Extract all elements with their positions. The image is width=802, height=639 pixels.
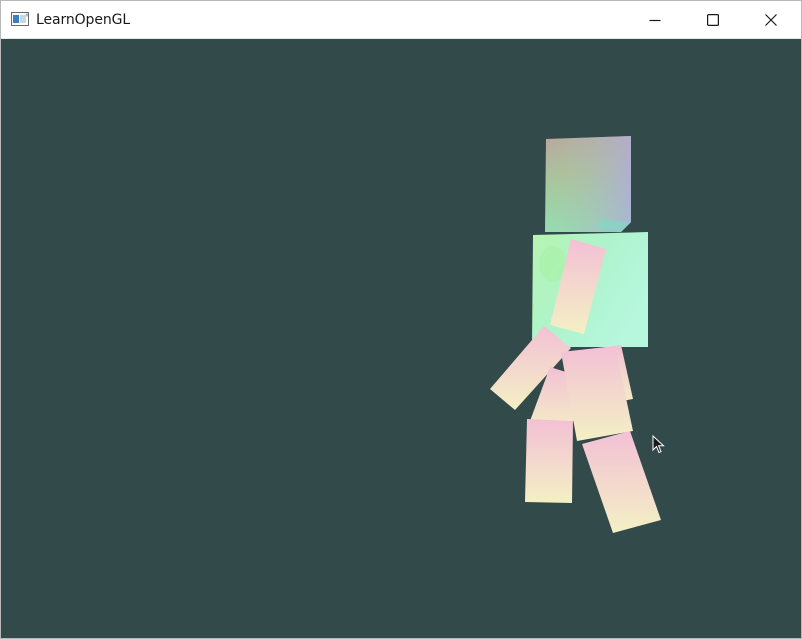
head-cube [545, 136, 631, 232]
title-bar[interactable]: LearnOpenGL [1, 1, 801, 39]
maximize-icon [707, 13, 719, 26]
close-button[interactable] [742, 1, 800, 38]
minimize-button[interactable] [626, 1, 684, 38]
window-title: LearnOpenGL [36, 12, 131, 28]
minimize-icon [649, 14, 661, 26]
maximize-button[interactable] [684, 1, 742, 38]
app-window: LearnOpenGL [0, 0, 802, 639]
close-icon [765, 13, 777, 26]
window-app-icon [11, 12, 29, 26]
opengl-viewport[interactable] [1, 39, 801, 638]
scene-canvas [490, 136, 661, 533]
left-leg-lower [525, 419, 573, 503]
mouse-cursor-icon [652, 435, 666, 455]
right-leg-lower [582, 431, 661, 533]
